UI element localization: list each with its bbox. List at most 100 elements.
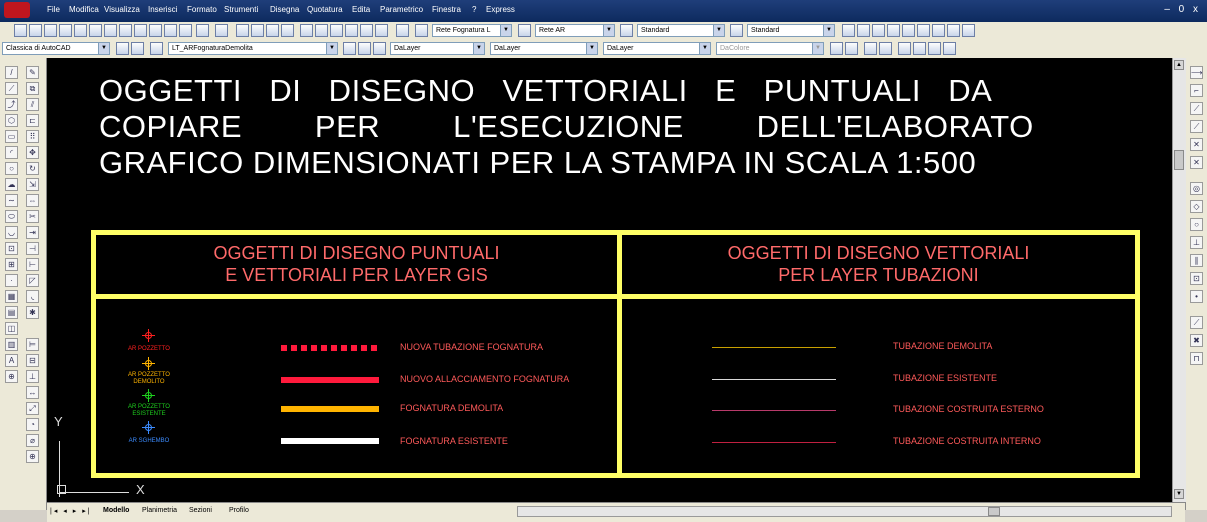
menu-disegna[interactable]: Disegna bbox=[270, 5, 299, 14]
radius-icon[interactable]: ◔ bbox=[26, 418, 39, 431]
dim-style-select[interactable]: Standard ▼ bbox=[747, 24, 835, 37]
table-style-icon[interactable] bbox=[620, 24, 633, 37]
menu-strumenti[interactable]: Strumenti bbox=[224, 5, 258, 14]
add-selected-icon[interactable]: ⊕ bbox=[5, 370, 18, 383]
tab-profilo[interactable]: Profilo bbox=[229, 507, 249, 514]
drawing-canvas[interactable]: OGGETTI DI DISEGNO VETTORIALI E PUNTUALI… bbox=[47, 58, 1172, 502]
dimension-icon[interactable]: ⊨ bbox=[26, 338, 39, 351]
stretch-icon[interactable]: ⇔ bbox=[26, 194, 39, 207]
rete-ar-select[interactable]: Rete AR ▼ bbox=[535, 24, 615, 37]
block-icon[interactable] bbox=[179, 24, 192, 37]
menu-visualizza[interactable]: Visualizza bbox=[104, 5, 140, 14]
plot-icon[interactable] bbox=[104, 24, 117, 37]
layer-tool-5-icon[interactable] bbox=[902, 24, 915, 37]
paste-icon[interactable] bbox=[149, 24, 162, 37]
text-tool-2-icon[interactable] bbox=[913, 42, 926, 55]
multileader-icon[interactable] bbox=[518, 24, 531, 37]
insert-block-icon[interactable]: ⊡ bbox=[5, 242, 18, 255]
ellipse-icon[interactable]: ⬭ bbox=[5, 210, 18, 223]
rotate-icon[interactable]: ↻ bbox=[26, 162, 39, 175]
color-select[interactable]: DaLayer ▼ bbox=[390, 42, 485, 55]
trim-icon[interactable]: ✂ bbox=[26, 210, 39, 223]
linear-dim-icon[interactable]: ↔ bbox=[26, 386, 39, 399]
erase-icon[interactable]: ✎ bbox=[26, 66, 39, 79]
tolerance-icon[interactable]: ⊕ bbox=[26, 450, 39, 463]
text-tool-3-icon[interactable] bbox=[928, 42, 941, 55]
diameter-icon[interactable]: ⌀ bbox=[26, 434, 39, 447]
menu-express[interactable]: Express bbox=[486, 5, 515, 14]
save-icon[interactable] bbox=[44, 24, 57, 37]
new-icon[interactable] bbox=[14, 24, 27, 37]
match-properties-icon[interactable] bbox=[164, 24, 177, 37]
dimstyle-icon[interactable] bbox=[730, 24, 743, 37]
point-icon[interactable]: · bbox=[5, 274, 18, 287]
publish-icon[interactable] bbox=[89, 24, 102, 37]
window-controls[interactable]: – 0 x bbox=[1164, 4, 1201, 15]
polyline-icon[interactable]: ⤴ bbox=[5, 98, 18, 111]
menu-parametrico[interactable]: Parametrico bbox=[380, 5, 423, 14]
zoom-previous-icon[interactable] bbox=[281, 24, 294, 37]
copy-object-icon[interactable]: ⧉ bbox=[26, 82, 39, 95]
mtext-icon[interactable]: A bbox=[5, 354, 18, 367]
snap-nearest-icon[interactable]: ⟋ bbox=[1190, 316, 1203, 329]
rete-fognatura-select[interactable]: Rete Fognatura L ▼ bbox=[432, 24, 512, 37]
snap-insert-icon[interactable]: ⊡ bbox=[1190, 272, 1203, 285]
line-icon[interactable]: / bbox=[5, 66, 18, 79]
snap-tangent-icon[interactable]: ○ bbox=[1190, 218, 1203, 231]
markup-icon[interactable] bbox=[360, 24, 373, 37]
menu-file[interactable]: File bbox=[47, 5, 60, 14]
table-icon[interactable]: ▥ bbox=[5, 338, 18, 351]
redo-icon[interactable] bbox=[215, 24, 228, 37]
workspace-settings-icon[interactable] bbox=[116, 42, 129, 55]
tab-sezioni[interactable]: Sezioni bbox=[189, 507, 212, 514]
move-icon[interactable]: ✥ bbox=[26, 146, 39, 159]
layer-state-icon[interactable] bbox=[373, 42, 386, 55]
region-icon[interactable]: ◫ bbox=[5, 322, 18, 335]
menu-inserisci[interactable]: Inserisci bbox=[148, 5, 177, 14]
h-scroll-thumb[interactable] bbox=[988, 507, 1000, 516]
gradient-icon[interactable]: ▤ bbox=[5, 306, 18, 319]
layer-select[interactable]: LT_ARFognaturaDemolita ▼ bbox=[168, 42, 338, 55]
draw-order-1-icon[interactable] bbox=[830, 42, 843, 55]
draw-order-4-icon[interactable] bbox=[879, 42, 892, 55]
workspace-select[interactable]: Classica di AutoCAD ▼ bbox=[2, 42, 110, 55]
explode-icon[interactable]: ✱ bbox=[26, 306, 39, 319]
workspace-save-icon[interactable] bbox=[131, 42, 144, 55]
undo-icon[interactable] bbox=[196, 24, 209, 37]
plotstyle-select[interactable]: DaColore ▼ bbox=[716, 42, 824, 55]
menu-finestra[interactable]: Finestra bbox=[432, 5, 461, 14]
tab-nav-arrows-icon[interactable]: |◂ ◂ ▸ ▸| bbox=[50, 507, 92, 515]
layer-tool-3-icon[interactable] bbox=[872, 24, 885, 37]
quick-dim-icon[interactable]: ⊟ bbox=[26, 354, 39, 367]
cut-icon[interactable] bbox=[119, 24, 132, 37]
text-tool-1-icon[interactable] bbox=[898, 42, 911, 55]
draw-order-2-icon[interactable] bbox=[845, 42, 858, 55]
join-icon[interactable]: ⊢ bbox=[26, 258, 39, 271]
preview-icon[interactable] bbox=[74, 24, 87, 37]
tab-planimetria[interactable]: Planimetria bbox=[142, 507, 177, 514]
layer-properties-icon[interactable] bbox=[150, 42, 163, 55]
scroll-thumb[interactable] bbox=[1174, 150, 1184, 170]
draw-order-3-icon[interactable] bbox=[864, 42, 877, 55]
make-block-icon[interactable]: ⊞ bbox=[5, 258, 18, 271]
layer-previous-icon[interactable] bbox=[358, 42, 371, 55]
extend-icon[interactable]: ⇥ bbox=[26, 226, 39, 239]
help-icon[interactable] bbox=[396, 24, 409, 37]
menu-edita[interactable]: Edita bbox=[352, 5, 370, 14]
mirror-icon[interactable]: ⫽ bbox=[26, 98, 39, 111]
snap-parallel-icon[interactable]: ∥ bbox=[1190, 254, 1203, 267]
menu-quotatura[interactable]: Quotatura bbox=[307, 5, 343, 14]
aligned-dim-icon[interactable]: ⤢ bbox=[26, 402, 39, 415]
snap-quadrant-icon[interactable]: ◇ bbox=[1190, 200, 1203, 213]
revcloud-icon[interactable]: ☁ bbox=[5, 178, 18, 191]
scroll-down-icon[interactable]: ▼ bbox=[1174, 489, 1184, 499]
chamfer-icon[interactable]: ◸ bbox=[26, 274, 39, 287]
horizontal-scrollbar[interactable] bbox=[517, 506, 1172, 517]
tool-palettes-icon[interactable] bbox=[330, 24, 343, 37]
zoom-realtime-icon[interactable] bbox=[251, 24, 264, 37]
spline-icon[interactable]: ∼ bbox=[5, 194, 18, 207]
scale-icon[interactable]: ⇲ bbox=[26, 178, 39, 191]
circle-icon[interactable]: ○ bbox=[5, 162, 18, 175]
construction-line-icon[interactable]: ⟋ bbox=[5, 82, 18, 95]
text-tool-4-icon[interactable] bbox=[943, 42, 956, 55]
